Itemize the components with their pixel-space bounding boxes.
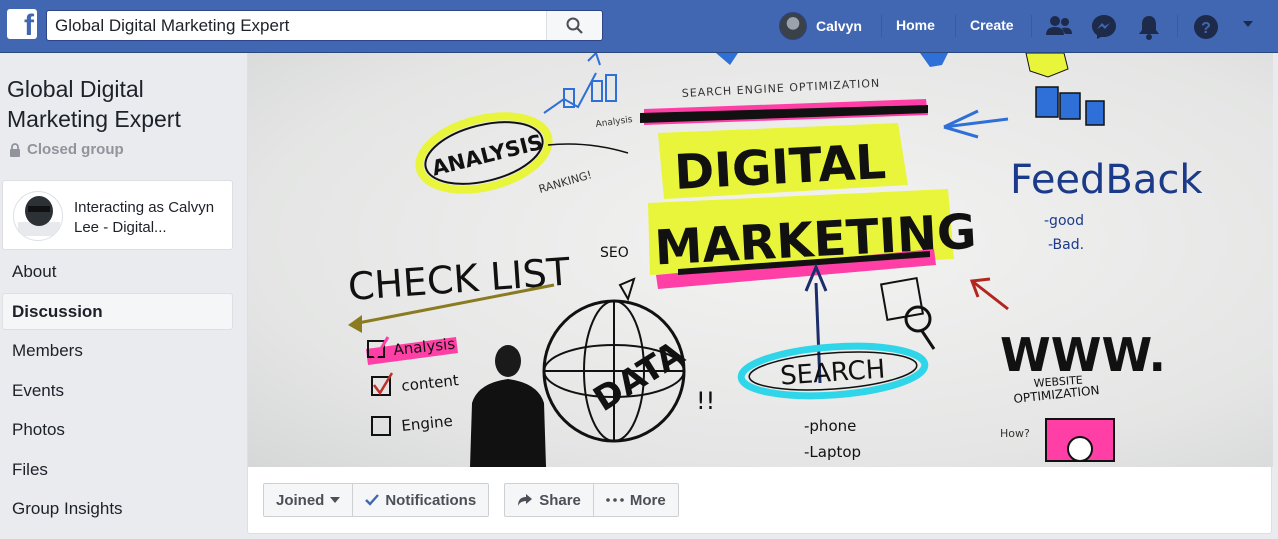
account-menu-caret-icon[interactable] [1242, 20, 1254, 28]
checklist-sketch: Analysis content Engine [366, 335, 460, 436]
group-privacy-label: Closed group [27, 141, 124, 158]
nav-divider [955, 15, 956, 37]
checkbox-icon [371, 416, 391, 436]
share-button[interactable]: Share [505, 484, 593, 516]
avatar [13, 191, 63, 241]
cover-photo[interactable]: Analysis ANALYSIS RANKING! SEARCH ENGINE… [248, 53, 1273, 467]
gear-sketch-icon [1045, 418, 1115, 462]
bar-chart-sketch-icon [543, 53, 617, 114]
cover-text-feedback: FeedBack [1010, 157, 1203, 203]
decor-shape [1025, 53, 1069, 78]
interacting-as-switcher[interactable]: Interacting as Calvyn Lee - Digital... [2, 180, 233, 250]
interacting-as-label: Interacting as Calvyn Lee - Digital... [74, 199, 215, 236]
arrow-sketch [547, 143, 629, 154]
cover-text-search: SEARCH [779, 354, 886, 391]
help-icon[interactable]: ? [1192, 13, 1220, 41]
share-arrow-icon [518, 494, 533, 506]
home-link[interactable]: Home [896, 17, 935, 33]
svg-text:?: ? [1201, 20, 1211, 37]
messenger-icon[interactable] [1090, 13, 1118, 41]
facebook-logo-glyph: f [24, 9, 34, 42]
joined-label: Joined [276, 491, 325, 509]
more-button[interactable]: More [592, 484, 678, 516]
checklist-item: Engine [401, 412, 454, 435]
cover-text-seo-caption: SEARCH ENGINE OPTIMIZATION [681, 77, 880, 100]
profile-name: Calvyn [816, 18, 862, 34]
sidebar-item-about[interactable]: About [2, 253, 233, 290]
cover-text-exclaim: !! [696, 387, 715, 415]
top-navigation-bar: f Calvyn Home Create ? [0, 0, 1278, 53]
checklist-item: Analysis [393, 335, 457, 359]
cover-illustration: Analysis ANALYSIS RANKING! SEARCH ENGINE… [346, 53, 1203, 467]
friends-icon[interactable] [1045, 13, 1073, 39]
cover-text-seo: SEO [600, 245, 629, 261]
cover-text-checklist: CHECK LIST [346, 249, 572, 308]
notifications-button[interactable]: Notifications [352, 484, 488, 516]
group-action-bar: Joined Notifications Share More [263, 483, 694, 517]
sidebar-item-photos[interactable]: Photos [2, 411, 233, 448]
thumbs-sketch-icon [1035, 86, 1105, 126]
cover-text-ranking: RANKING! [537, 168, 593, 196]
share-label: Share [539, 491, 581, 509]
sidebar-item-events[interactable]: Events [2, 372, 233, 409]
cover-text-laptop: -Laptop [804, 443, 861, 461]
search-icon [566, 17, 583, 34]
cover-text-phone: -phone [804, 417, 856, 435]
group-header: Analysis ANALYSIS RANKING! SEARCH ENGINE… [247, 53, 1273, 534]
sidebar-item-files[interactable]: Files [2, 451, 233, 488]
cover-text-optimization: OPTIMIZATION [1013, 383, 1100, 406]
group-title[interactable]: Global Digital Marketing Expert [7, 74, 237, 134]
arrow-head [348, 315, 362, 333]
cover-text-bad: -Bad. [1048, 237, 1084, 253]
cover-text-good: -good [1044, 213, 1084, 229]
nav-divider [1031, 15, 1032, 37]
sidebar-item-members[interactable]: Members [2, 332, 233, 369]
checklist-item: content [401, 371, 460, 395]
cover-headline-digital: DIGITAL [673, 134, 887, 201]
avatar [779, 12, 807, 40]
group-side-nav: About Discussion Members Events Photos F… [2, 253, 233, 530]
cover-text-www: WWW. [1000, 328, 1166, 382]
more-label: More [629, 491, 666, 509]
create-link[interactable]: Create [970, 17, 1014, 33]
cover-text-analysis-small: Analysis [595, 115, 633, 130]
sidebar-item-discussion[interactable]: Discussion [2, 292, 233, 330]
joined-button[interactable]: Joined [264, 484, 352, 516]
search-bar [46, 10, 603, 41]
chevron-down-icon [330, 497, 341, 503]
arrow-sketch [969, 277, 1009, 311]
profile-link[interactable]: Calvyn [779, 10, 862, 42]
nav-divider [1177, 15, 1178, 37]
businessman-silhouette [470, 345, 546, 467]
decor-shape [716, 53, 738, 65]
decor-shape [920, 53, 948, 67]
more-dots-icon [606, 498, 624, 502]
sidebar-item-group-insights[interactable]: Group Insights [2, 490, 233, 527]
membership-button-group: Joined Notifications [263, 483, 490, 517]
facebook-logo-icon[interactable]: f [7, 9, 37, 42]
magnifier-sketch-icon [879, 276, 936, 350]
group-privacy: Closed group [9, 141, 124, 158]
share-more-button-group: Share More [504, 483, 679, 517]
cover-text-how: How? [1000, 427, 1030, 440]
notifications-icon[interactable] [1137, 13, 1161, 41]
lock-icon [10, 142, 20, 157]
search-button[interactable] [546, 11, 602, 40]
checkmark-icon [365, 494, 380, 506]
search-input[interactable] [47, 11, 547, 40]
nav-divider [881, 15, 882, 37]
notifications-label: Notifications [385, 491, 477, 509]
